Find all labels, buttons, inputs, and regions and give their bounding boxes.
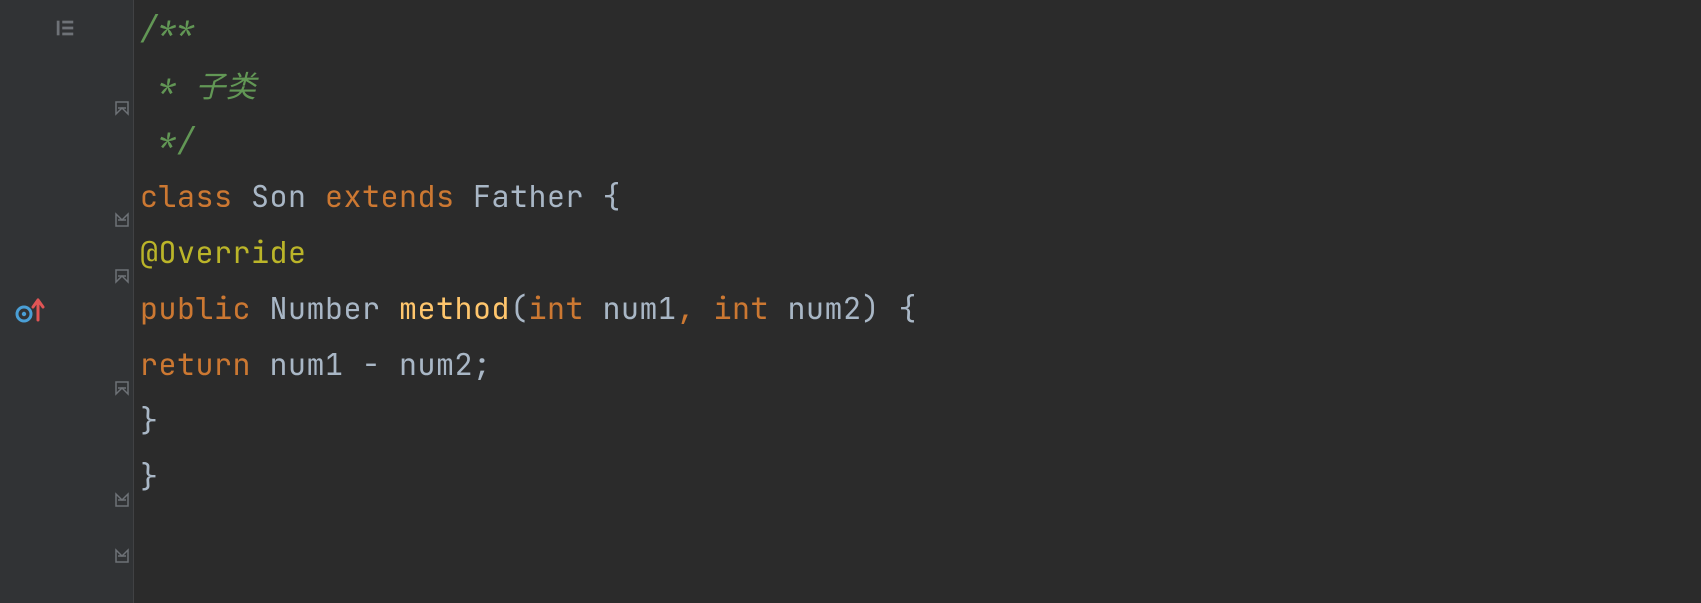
paren-open: ( bbox=[510, 288, 529, 328]
method-name: method bbox=[399, 288, 510, 328]
comma: , bbox=[677, 288, 714, 328]
code-line[interactable]: } bbox=[140, 448, 1701, 504]
fold-collapse-icon[interactable] bbox=[114, 300, 130, 316]
param-name: num1 bbox=[584, 288, 677, 328]
code-content[interactable]: /** * 子类 */ class Son extends Father { @… bbox=[134, 0, 1701, 603]
code-line[interactable]: public Number method(int num1, int num2)… bbox=[140, 280, 1701, 336]
keyword-int: int bbox=[714, 288, 770, 328]
fold-end-icon[interactable] bbox=[114, 468, 130, 484]
javadoc-start: /** bbox=[140, 8, 196, 48]
override-method-icon[interactable] bbox=[14, 280, 50, 336]
param-and-brace: num2) { bbox=[769, 288, 917, 328]
code-editor[interactable]: /** * 子类 */ class Son extends Father { @… bbox=[0, 0, 1701, 603]
code-line[interactable]: } bbox=[140, 392, 1701, 448]
fold-collapse-icon[interactable] bbox=[114, 188, 130, 204]
gutter bbox=[0, 0, 110, 603]
javadoc-end: */ bbox=[140, 120, 196, 160]
code-line[interactable]: /** bbox=[140, 0, 1701, 56]
code-line[interactable]: return num1 - num2; bbox=[140, 336, 1701, 392]
code-line[interactable]: class Son extends Father { bbox=[140, 168, 1701, 224]
super-class-name: Father { bbox=[455, 176, 622, 216]
bookmark-icon bbox=[54, 0, 84, 56]
return-type: Number bbox=[251, 288, 399, 328]
fold-collapse-icon[interactable] bbox=[114, 20, 130, 36]
code-line[interactable]: @Override bbox=[140, 224, 1701, 280]
keyword-int: int bbox=[529, 288, 585, 328]
brace-close: } bbox=[140, 400, 159, 440]
code-line[interactable]: * 子类 bbox=[140, 56, 1701, 112]
code-line[interactable]: */ bbox=[140, 112, 1701, 168]
fold-column bbox=[110, 0, 134, 603]
fold-end-icon[interactable] bbox=[114, 412, 130, 428]
fold-end-icon[interactable] bbox=[114, 132, 130, 148]
keyword-extends: extends bbox=[325, 176, 455, 216]
return-expression: num1 - num2; bbox=[251, 344, 492, 384]
